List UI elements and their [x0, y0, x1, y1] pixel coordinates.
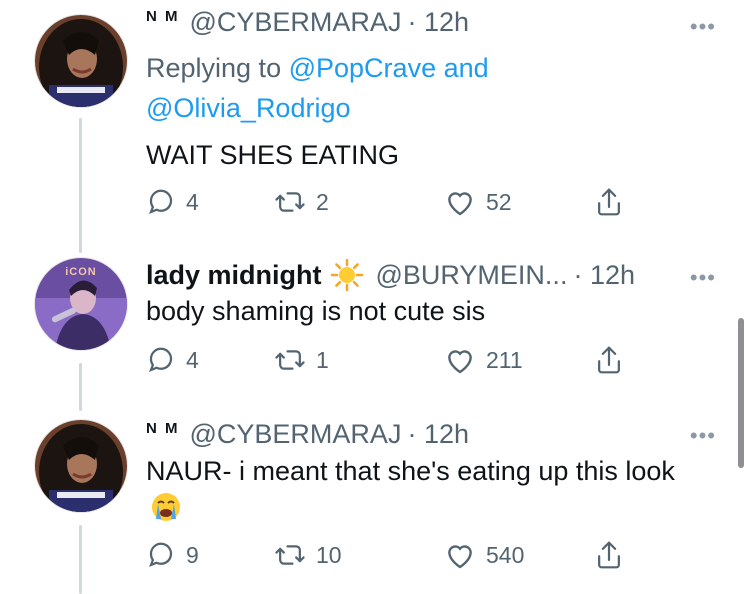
- timestamp[interactable]: · 12h: [573, 260, 635, 291]
- share-icon: [598, 346, 620, 374]
- timestamp[interactable]: · 12h: [407, 419, 469, 450]
- timestamp[interactable]: · 12h: [407, 7, 469, 38]
- reply-button[interactable]: 4: [146, 345, 199, 375]
- action-bar: 9 10 540: [146, 537, 636, 573]
- handle[interactable]: @CYBERMARAJ: [190, 7, 402, 38]
- retweet-icon: [275, 192, 305, 212]
- tweet-header: N M @CYBERMARAJ · 12h: [146, 5, 690, 39]
- retweet-count: 10: [316, 541, 342, 568]
- reply-icon: [149, 347, 173, 372]
- share-icon: [598, 188, 620, 216]
- avatar[interactable]: [34, 14, 128, 108]
- thread-line: [79, 525, 82, 594]
- retweet-button[interactable]: 10: [274, 540, 342, 570]
- heart-icon: [448, 545, 472, 569]
- more-options-icon[interactable]: •••: [690, 423, 716, 449]
- share-button[interactable]: [594, 186, 624, 218]
- loudly-crying-face-emoji: [150, 491, 182, 533]
- sun-emoji: [330, 258, 364, 292]
- reply-icon: [149, 189, 173, 214]
- retweet-button[interactable]: 1: [274, 345, 329, 375]
- retweet-button[interactable]: 2: [274, 187, 329, 217]
- heart-icon: [448, 192, 472, 216]
- like-count: 211: [486, 346, 523, 373]
- reply-count: 4: [186, 346, 199, 373]
- reply-button[interactable]: 9: [146, 540, 199, 570]
- heart-icon: [448, 350, 472, 374]
- avatar-caption: iCON: [65, 266, 97, 278]
- share-button[interactable]: [594, 539, 624, 571]
- more-options-icon[interactable]: •••: [690, 265, 716, 291]
- tweet-text: WAIT SHES EATING: [146, 140, 400, 170]
- like-count: 52: [486, 188, 512, 215]
- tweet-header: N M @CYBERMARAJ · 12h: [146, 417, 690, 451]
- replying-to: Replying to @PopCrave and @Olivia_Rodrig…: [146, 48, 489, 128]
- share-button[interactable]: [594, 344, 624, 376]
- like-count: 540: [486, 541, 525, 568]
- thread-line: [79, 118, 82, 253]
- reply-icon: [149, 542, 173, 567]
- like-button[interactable]: 211: [444, 345, 523, 375]
- like-button[interactable]: 540: [444, 540, 524, 570]
- replying-joiner: and: [443, 53, 489, 83]
- action-bar: 4 1 211: [146, 342, 636, 378]
- avatar[interactable]: [34, 419, 128, 513]
- like-button[interactable]: 52: [444, 187, 512, 217]
- tweet-text: NAUR- i meant that she's eating up this …: [146, 453, 680, 533]
- handle[interactable]: @BURYMEIN...: [376, 260, 568, 291]
- tweet-text: body shaming is not cute sis: [146, 296, 486, 326]
- reply-button[interactable]: 4: [146, 187, 199, 217]
- display-name[interactable]: lady midnight: [146, 260, 322, 291]
- tweet-header: lady midnight @BURYMEIN... · 12h: [146, 258, 690, 292]
- replying-label: Replying to: [146, 53, 282, 83]
- action-bar: 4 2 52: [146, 184, 636, 220]
- reply-count: 9: [186, 541, 199, 568]
- retweet-count: 2: [316, 188, 329, 215]
- display-name[interactable]: N M: [146, 8, 180, 25]
- tweet[interactable]: N M @CYBERMARAJ · 12h ••• Replying to @P…: [0, 0, 750, 253]
- thread-line: [79, 363, 82, 411]
- tweet-text-body: NAUR- i meant that she's eating up this …: [146, 456, 675, 486]
- mention-link[interactable]: @PopCrave: [289, 53, 436, 83]
- mention-link[interactable]: @Olivia_Rodrigo: [146, 93, 351, 123]
- handle[interactable]: @CYBERMARAJ: [190, 419, 402, 450]
- reply-count: 4: [186, 188, 199, 215]
- avatar[interactable]: iCON: [34, 257, 128, 351]
- more-options-icon[interactable]: •••: [690, 14, 716, 40]
- display-name[interactable]: N M: [146, 420, 180, 437]
- scrollbar[interactable]: [738, 318, 744, 468]
- tweet[interactable]: iCON lady midnight @BURYMEIN... · 12h ••…: [0, 245, 750, 411]
- retweet-icon: [275, 545, 305, 565]
- retweet-count: 1: [316, 346, 329, 373]
- tweet[interactable]: N M @CYBERMARAJ · 12h ••• NAUR- i meant …: [0, 405, 750, 594]
- retweet-icon: [275, 350, 305, 370]
- share-icon: [598, 541, 620, 569]
